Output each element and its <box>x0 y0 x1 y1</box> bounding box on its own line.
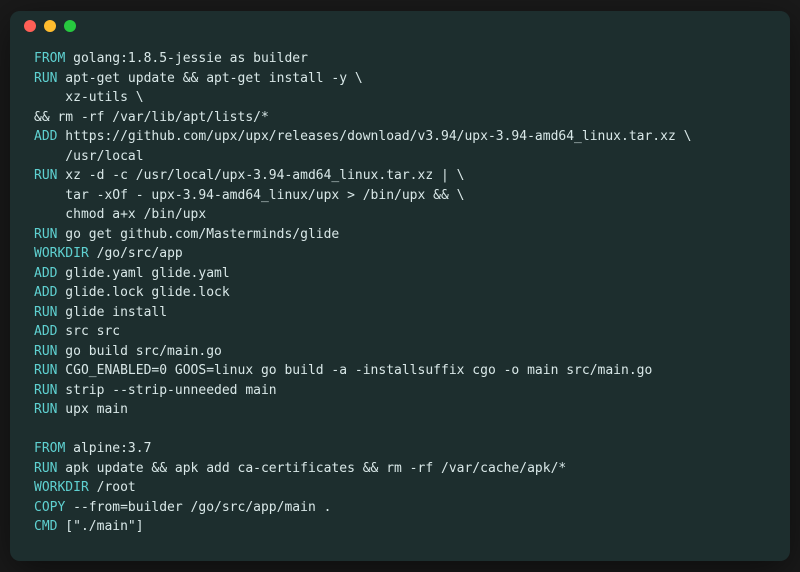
code-line: COPY --from=builder /go/src/app/main . <box>34 498 766 518</box>
code-text: go get github.com/Masterminds/glide <box>57 227 339 242</box>
code-text: apk update && apk add ca-certificates &&… <box>57 461 566 476</box>
code-text: https://github.com/upx/upx/releases/down… <box>57 129 691 144</box>
code-line: /usr/local <box>34 147 766 167</box>
code-line: RUN upx main <box>34 400 766 420</box>
code-text: glide.lock glide.lock <box>57 285 229 300</box>
code-line: RUN glide install <box>34 303 766 323</box>
titlebar <box>10 11 790 41</box>
code-text: --from=builder /go/src/app/main . <box>65 500 331 515</box>
code-text: CGO_ENABLED=0 GOOS=linux go build -a -in… <box>57 363 652 378</box>
dockerfile-keyword: CMD <box>34 519 57 534</box>
code-text: /root <box>89 480 136 495</box>
dockerfile-keyword: RUN <box>34 227 57 242</box>
dockerfile-keyword: RUN <box>34 305 57 320</box>
code-line: RUN apk update && apk add ca-certificate… <box>34 459 766 479</box>
code-line: ADD glide.yaml glide.yaml <box>34 264 766 284</box>
close-icon[interactable] <box>24 20 36 32</box>
code-text: alpine:3.7 <box>65 441 151 456</box>
code-text: go build src/main.go <box>57 344 221 359</box>
terminal-window: FROM golang:1.8.5-jessie as builderRUN a… <box>10 11 790 561</box>
code-line: FROM alpine:3.7 <box>34 439 766 459</box>
code-line: tar -xOf - upx-3.94-amd64_linux/upx > /b… <box>34 186 766 206</box>
code-text: glide.yaml glide.yaml <box>57 266 229 281</box>
dockerfile-keyword: WORKDIR <box>34 246 89 261</box>
code-text: apt-get update && apt-get install -y \ <box>57 71 362 86</box>
dockerfile-keyword: FROM <box>34 441 65 456</box>
dockerfile-keyword: WORKDIR <box>34 480 89 495</box>
dockerfile-keyword: RUN <box>34 344 57 359</box>
code-text <box>34 422 42 437</box>
code-line: xz-utils \ <box>34 88 766 108</box>
code-line: RUN go build src/main.go <box>34 342 766 362</box>
code-text: chmod a+x /bin/upx <box>34 207 206 222</box>
dockerfile-keyword: ADD <box>34 129 57 144</box>
code-line: FROM golang:1.8.5-jessie as builder <box>34 49 766 69</box>
code-line: ADD https://github.com/upx/upx/releases/… <box>34 127 766 147</box>
code-text: src src <box>57 324 120 339</box>
code-text: xz -d -c /usr/local/upx-3.94-amd64_linux… <box>57 168 464 183</box>
code-text: golang:1.8.5-jessie as builder <box>65 51 308 66</box>
code-text: upx main <box>57 402 127 417</box>
code-text: strip --strip-unneeded main <box>57 383 276 398</box>
code-line: RUN apt-get update && apt-get install -y… <box>34 69 766 89</box>
code-text: && rm -rf /var/lib/apt/lists/* <box>34 110 269 125</box>
code-line: WORKDIR /go/src/app <box>34 244 766 264</box>
dockerfile-keyword: COPY <box>34 500 65 515</box>
code-text: xz-utils \ <box>34 90 144 105</box>
code-line: RUN CGO_ENABLED=0 GOOS=linux go build -a… <box>34 361 766 381</box>
code-text: glide install <box>57 305 167 320</box>
code-line: WORKDIR /root <box>34 478 766 498</box>
code-line: RUN strip --strip-unneeded main <box>34 381 766 401</box>
code-line: CMD ["./main"] <box>34 517 766 537</box>
dockerfile-keyword: ADD <box>34 266 57 281</box>
code-line: RUN go get github.com/Masterminds/glide <box>34 225 766 245</box>
code-text: tar -xOf - upx-3.94-amd64_linux/upx > /b… <box>34 188 464 203</box>
code-line: RUN xz -d -c /usr/local/upx-3.94-amd64_l… <box>34 166 766 186</box>
dockerfile-keyword: RUN <box>34 461 57 476</box>
dockerfile-keyword: RUN <box>34 402 57 417</box>
code-text: /go/src/app <box>89 246 183 261</box>
code-text: ["./main"] <box>57 519 143 534</box>
dockerfile-keyword: RUN <box>34 168 57 183</box>
dockerfile-keyword: RUN <box>34 383 57 398</box>
minimize-icon[interactable] <box>44 20 56 32</box>
code-line: chmod a+x /bin/upx <box>34 205 766 225</box>
code-text: /usr/local <box>34 149 144 164</box>
dockerfile-keyword: RUN <box>34 363 57 378</box>
dockerfile-keyword: FROM <box>34 51 65 66</box>
code-line: ADD src src <box>34 322 766 342</box>
code-line: && rm -rf /var/lib/apt/lists/* <box>34 108 766 128</box>
code-line <box>34 420 766 440</box>
maximize-icon[interactable] <box>64 20 76 32</box>
dockerfile-keyword: ADD <box>34 324 57 339</box>
code-block: FROM golang:1.8.5-jessie as builderRUN a… <box>10 41 790 561</box>
dockerfile-keyword: ADD <box>34 285 57 300</box>
code-line: ADD glide.lock glide.lock <box>34 283 766 303</box>
dockerfile-keyword: RUN <box>34 71 57 86</box>
